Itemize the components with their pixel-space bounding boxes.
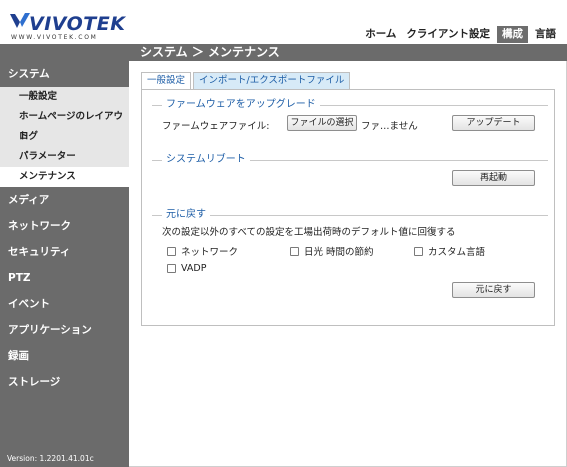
exclude-daylight-saving-checkbox[interactable]: 日光 時間の節約 — [290, 244, 374, 258]
sidebar-item-parameters[interactable]: パラメーター — [0, 147, 129, 167]
sidebar-section-system[interactable]: システム — [0, 61, 129, 87]
tab-general[interactable]: 一般設定 — [141, 72, 192, 89]
sidebar-item-log[interactable]: ログ — [0, 127, 129, 147]
title-bar: システム ＞ メンテナンス — [0, 44, 567, 61]
reboot-button[interactable]: 再起動 — [452, 170, 535, 186]
sidebar-section-media[interactable]: メディア — [0, 187, 129, 213]
content-tabs: 一般設定 インポート/エクスポートファイル — [141, 72, 352, 89]
section-divider — [152, 215, 548, 216]
sidebar-section-event[interactable]: イベント — [0, 291, 129, 317]
logo-text: VIVOTEK — [29, 13, 126, 35]
maintenance-panel: ファームウェアをアップグレード ファームウェアファイル: ファイルの選択 ファ…… — [141, 89, 555, 326]
checkbox-box[interactable] — [414, 246, 423, 256]
sidebar-item-maintenance[interactable]: メンテナンス — [0, 167, 129, 187]
header: VIVOTEK WWW.VIVOTEK.COM ホーム クライアント設定 構成 … — [0, 0, 567, 44]
checkbox-box[interactable] — [290, 246, 299, 256]
sidebar-section-application[interactable]: アプリケーション — [0, 317, 129, 343]
firmware-section-header: ファームウェアをアップグレード — [152, 99, 548, 111]
sidebar: システム 一般設定 ホームページのレイアウト ログ パラメーター メンテナンス … — [0, 61, 129, 467]
file-status-text: ファ…ません — [361, 121, 418, 132]
nav-language[interactable]: 言語 — [530, 26, 561, 43]
restore-description: 次の設定以外のすべての設定を工場出荷時のデフォルト値に回復する — [162, 227, 456, 238]
exclude-network-checkbox[interactable]: ネットワーク — [167, 244, 238, 258]
firmware-heading: ファームウェアをアップグレード — [162, 99, 320, 111]
sidebar-submenu-system: 一般設定 ホームページのレイアウト ログ パラメーター メンテナンス — [0, 87, 129, 187]
nav-configuration[interactable]: 構成 — [497, 26, 528, 43]
choose-file-button[interactable]: ファイルの選択 — [287, 115, 357, 131]
logo-mark-icon — [10, 13, 30, 28]
checkbox-box[interactable] — [167, 246, 176, 256]
sidebar-section-security[interactable]: セキュリティ — [0, 239, 129, 265]
nav-home[interactable]: ホーム — [360, 26, 401, 43]
exclude-custom-language-checkbox[interactable]: カスタム言語 — [414, 244, 485, 258]
page-title: システム ＞ メンテナンス — [140, 45, 280, 59]
top-navigation: ホーム クライアント設定 構成 言語 — [360, 26, 561, 43]
sidebar-section-storage[interactable]: ストレージ — [0, 369, 129, 395]
sidebar-section-ptz[interactable]: PTZ — [0, 265, 129, 291]
reboot-heading: システムリブート — [162, 154, 250, 166]
restore-section-header: 元に戻す — [152, 209, 548, 221]
nav-client-settings[interactable]: クライアント設定 — [401, 26, 495, 43]
restore-heading: 元に戻す — [162, 209, 210, 221]
main-content: 一般設定 インポート/エクスポートファイル ファームウェアをアップグレード ファ… — [141, 72, 555, 326]
checkbox-label: 日光 時間の節約 — [304, 247, 374, 258]
sidebar-section-network[interactable]: ネットワーク — [0, 213, 129, 239]
restore-button[interactable]: 元に戻す — [452, 282, 535, 298]
sidebar-item-general[interactable]: 一般設定 — [0, 87, 129, 107]
logo-url: WWW.VIVOTEK.COM — [11, 34, 98, 41]
tab-import-export[interactable]: インポート/エクスポートファイル — [193, 72, 351, 89]
checkbox-label: VADP — [181, 263, 207, 274]
sidebar-item-homepage-layout[interactable]: ホームページのレイアウト — [0, 107, 129, 142]
firmware-file-label: ファームウェアファイル: — [162, 121, 270, 132]
checkbox-label: ネットワーク — [181, 247, 239, 258]
checkbox-label: カスタム言語 — [428, 247, 486, 258]
checkbox-box[interactable] — [167, 264, 176, 273]
vivotek-logo[interactable]: VIVOTEK WWW.VIVOTEK.COM — [9, 10, 149, 41]
sidebar-section-recording[interactable]: 録画 — [0, 343, 129, 369]
version-label: Version: 1.2201.41.01c — [7, 454, 94, 463]
upgrade-button[interactable]: アップデート — [452, 115, 535, 131]
reboot-section-header: システムリブート — [152, 154, 548, 166]
exclude-vadp-checkbox[interactable]: VADP — [167, 263, 206, 274]
